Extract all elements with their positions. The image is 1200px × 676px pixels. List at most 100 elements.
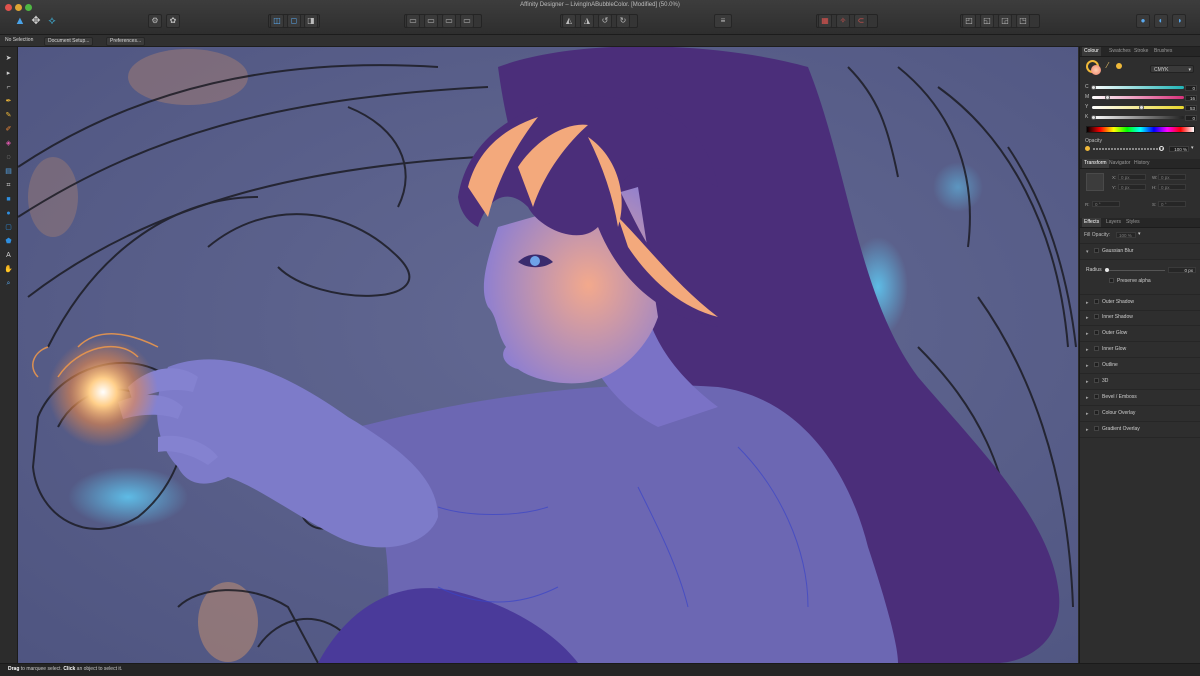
slider-c-track[interactable]	[1092, 86, 1184, 89]
preferences-button[interactable]: Preferences...	[106, 37, 146, 46]
slider-k-knob[interactable]	[1091, 115, 1096, 120]
fill-opacity-field[interactable]: 100 %	[1116, 232, 1136, 238]
transform-x-field[interactable]: 0 px	[1118, 174, 1146, 180]
tab-stroke[interactable]: Stroke	[1132, 47, 1150, 56]
align-icon[interactable]: ≡	[714, 14, 732, 28]
move-tool-icon[interactable]: ➤	[4, 54, 13, 63]
tab-effects[interactable]: Effects	[1082, 218, 1102, 227]
effect-checkbox[interactable]	[1094, 330, 1099, 335]
tab-styles[interactable]: Styles	[1124, 218, 1142, 227]
effect-checkbox[interactable]	[1094, 314, 1099, 319]
divide-icon[interactable]: ◳	[1016, 14, 1030, 28]
gaussian-blur-checkbox[interactable]	[1094, 248, 1099, 253]
opacity-value[interactable]: 100 %	[1169, 146, 1189, 152]
front-icon[interactable]: ▭	[460, 14, 474, 28]
effect-outline[interactable]: ▸ Outline	[1080, 358, 1200, 374]
chevron-right-icon[interactable]: ▸	[1086, 315, 1089, 321]
rounded-rect-tool-icon[interactable]: ▢	[4, 223, 13, 232]
effect-checkbox[interactable]	[1094, 299, 1099, 304]
slider-y-value[interactable]: 53	[1185, 105, 1197, 111]
flip-vertical-icon[interactable]: ◮	[580, 14, 594, 28]
tab-history[interactable]: History	[1132, 159, 1152, 168]
pencil-tool-icon[interactable]: ✎	[4, 111, 13, 120]
radius-field[interactable]: 0 px	[1168, 267, 1196, 273]
effect-3d[interactable]: ▸ 3D	[1080, 374, 1200, 390]
text-tool-icon[interactable]: A	[4, 251, 13, 260]
colour-model-select[interactable]: CMYK ▾	[1150, 65, 1194, 73]
node-tool-icon[interactable]: ▸	[4, 69, 13, 78]
slider-m-value[interactable]: 16	[1185, 95, 1197, 101]
slider-m-knob[interactable]	[1105, 95, 1110, 100]
snapping-icon[interactable]: ✧	[836, 14, 850, 28]
back-icon[interactable]: ▭	[406, 14, 420, 28]
preserve-alpha-checkbox[interactable]	[1109, 278, 1114, 283]
document-canvas[interactable]	[18, 47, 1078, 663]
preferences-icon[interactable]: ✿	[166, 14, 180, 28]
colour-spectrum[interactable]	[1086, 126, 1195, 133]
effect-checkbox[interactable]	[1094, 362, 1099, 367]
chevron-down-icon[interactable]: ▾	[1086, 249, 1089, 255]
tab-navigator[interactable]: Navigator	[1107, 159, 1132, 168]
snapping-magnet-icon[interactable]: ⊂	[854, 14, 868, 28]
slider-c-knob[interactable]	[1091, 85, 1096, 90]
chevron-right-icon[interactable]: ▸	[1086, 331, 1089, 337]
effect-colour-overlay[interactable]: ▸ Colour Overlay	[1080, 406, 1200, 422]
add-icon[interactable]: ◰	[962, 14, 976, 28]
fill-stroke-swatch[interactable]	[1086, 60, 1101, 75]
chevron-right-icon[interactable]: ▸	[1086, 411, 1089, 417]
chevron-right-icon[interactable]: ▸	[1086, 300, 1089, 306]
tab-layers[interactable]: Layers	[1104, 218, 1123, 227]
effect-checkbox[interactable]	[1094, 378, 1099, 383]
pen-tool-icon[interactable]: ✒	[4, 97, 13, 106]
tab-brushes[interactable]: Brushes	[1152, 47, 1174, 56]
ellipse-tool-icon[interactable]: ●	[4, 209, 13, 218]
share-icon[interactable]: ◑	[1172, 14, 1186, 28]
gradient-tool-icon[interactable]: ▤	[4, 167, 13, 176]
backward-icon[interactable]: ▭	[424, 14, 438, 28]
slider-y-track[interactable]	[1092, 106, 1184, 109]
hand-tool-icon[interactable]: ✋	[4, 265, 13, 274]
export-persona-icon[interactable]: ⟡	[44, 13, 60, 29]
effect-bevel-emboss[interactable]: ▸ Bevel / Emboss	[1080, 390, 1200, 406]
effect-inner-shadow[interactable]: ▸ Inner Shadow	[1080, 310, 1200, 326]
effect-outer-shadow[interactable]: ▸ Outer Shadow	[1080, 294, 1200, 311]
chevron-right-icon[interactable]: ▸	[1086, 379, 1089, 385]
effect-checkbox[interactable]	[1094, 410, 1099, 415]
slider-k-value[interactable]: 0	[1185, 115, 1197, 121]
vector-brush-tool-icon[interactable]: ✐	[4, 125, 13, 134]
slider-k-track[interactable]	[1092, 116, 1184, 119]
rotate-right-icon[interactable]: ↻	[616, 14, 630, 28]
effect-gradient-overlay[interactable]: ▸ Gradient Overlay	[1080, 422, 1200, 438]
corner-tool-icon[interactable]: ⌐	[4, 83, 13, 92]
document-setup-icon[interactable]: ⚙	[148, 14, 162, 28]
transform-y-field[interactable]: 0 px	[1118, 184, 1146, 190]
opacity-knob[interactable]	[1159, 146, 1164, 151]
transparency-tool-icon[interactable]: ◌	[4, 153, 13, 162]
transform-h-field[interactable]: 0 px	[1158, 184, 1186, 190]
chevron-right-icon[interactable]: ▸	[1086, 395, 1089, 401]
tab-swatches[interactable]: Swatches	[1107, 47, 1133, 56]
view-mode-icon[interactable]: ◫	[270, 14, 284, 28]
effect-checkbox[interactable]	[1094, 394, 1099, 399]
slider-c-value[interactable]: 0	[1185, 85, 1197, 91]
opacity-dropdown-icon[interactable]: ▾	[1191, 145, 1194, 151]
anchor-selector[interactable]	[1086, 173, 1104, 191]
designer-persona-icon[interactable]: ▲	[12, 13, 28, 29]
crop-tool-icon[interactable]: ⌗	[4, 181, 13, 190]
effect-outer-glow[interactable]: ▸ Outer Glow	[1080, 326, 1200, 342]
effect-checkbox[interactable]	[1094, 346, 1099, 351]
transform-s-field[interactable]: 0 °	[1158, 201, 1186, 207]
forward-icon[interactable]: ▭	[442, 14, 456, 28]
pixel-persona-icon[interactable]: ✥	[28, 13, 44, 29]
eyedropper-icon[interactable]: ⁄	[1107, 61, 1108, 70]
subtract-icon[interactable]: ◱	[980, 14, 994, 28]
chevron-right-icon[interactable]: ▸	[1086, 363, 1089, 369]
fill-tool-icon[interactable]: ◈	[4, 139, 13, 148]
rectangle-tool-icon[interactable]: ■	[4, 195, 13, 204]
studio-icon[interactable]: ◐	[1154, 14, 1168, 28]
effect-checkbox[interactable]	[1094, 426, 1099, 431]
zoom-tool-icon[interactable]: ⌕	[4, 279, 13, 288]
retina-mode-icon[interactable]: ◨	[304, 14, 318, 28]
slider-y-knob[interactable]	[1139, 105, 1144, 110]
snapping-grid-icon[interactable]: ▦	[818, 14, 832, 28]
